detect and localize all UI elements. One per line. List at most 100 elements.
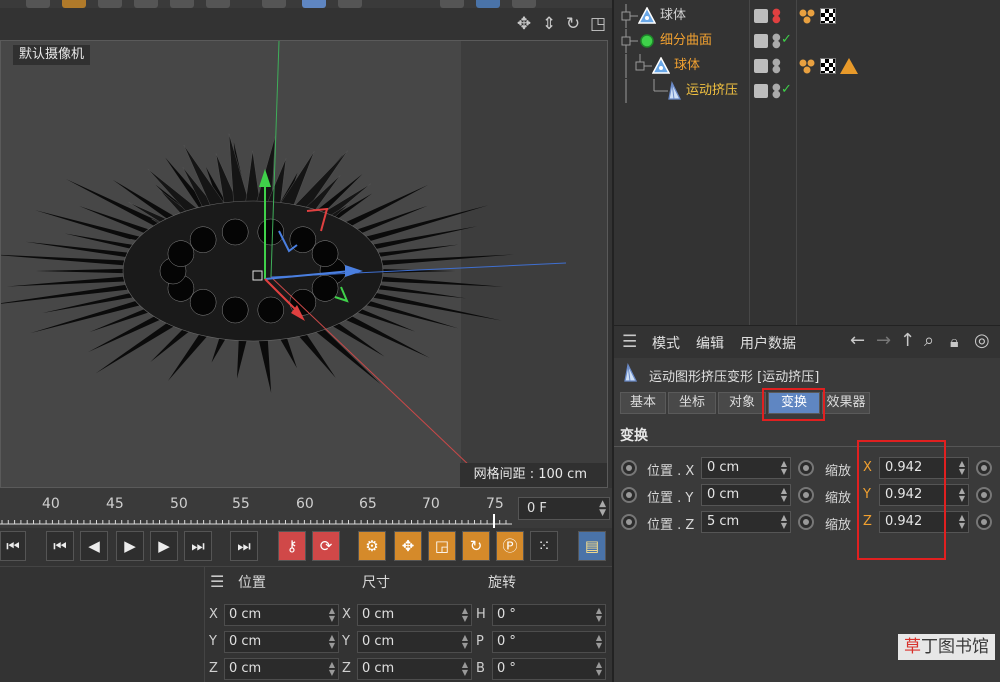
menu-mode[interactable]: 模式 bbox=[652, 333, 680, 353]
toolbar-button[interactable] bbox=[476, 0, 500, 8]
object-row-subdivision-surface[interactable]: 细分曲面 ● ● ✓ bbox=[614, 29, 1000, 53]
back-arrow-icon[interactable]: ← bbox=[850, 330, 865, 351]
visibility-dots-icon[interactable]: ● ● bbox=[772, 33, 781, 50]
layer-icon[interactable] bbox=[754, 34, 768, 48]
animation-key-radio[interactable] bbox=[976, 460, 992, 476]
position-y-field[interactable]: 0 cm ▲ ▼ bbox=[224, 631, 339, 653]
3d-viewport[interactable]: 默认摄像机 网格间距 : 100 cm bbox=[0, 40, 608, 488]
animation-key-radio[interactable] bbox=[798, 514, 814, 530]
current-frame-field[interactable]: 0 F ▲ ▼ bbox=[518, 497, 610, 520]
camera-label[interactable]: 默认摄像机 bbox=[13, 45, 91, 65]
size-x-field[interactable]: 0 cm ▲ ▼ bbox=[357, 604, 472, 626]
key-position-icon[interactable]: ✥ bbox=[394, 531, 422, 561]
tab-effectors[interactable]: 效果器 bbox=[822, 392, 870, 414]
animation-key-radio[interactable] bbox=[976, 514, 992, 530]
toolbar-button[interactable] bbox=[170, 0, 194, 8]
animation-key-radio[interactable] bbox=[621, 460, 637, 476]
spinner-icon[interactable]: ▲ ▼ bbox=[959, 514, 965, 530]
animation-key-radio[interactable] bbox=[621, 514, 637, 530]
material-tag-icon[interactable] bbox=[798, 8, 816, 24]
texture-tag-icon[interactable] bbox=[820, 58, 836, 74]
layer-icon[interactable] bbox=[754, 84, 768, 98]
object-row-sphere[interactable]: 球体 ● ● bbox=[614, 4, 1000, 28]
texture-tag-icon[interactable] bbox=[820, 8, 836, 24]
key-rotation-icon[interactable]: ↻ bbox=[462, 531, 490, 561]
tab-object[interactable]: 对象 bbox=[718, 392, 766, 414]
transform-position-z-field[interactable]: 5 cm ▲ ▼ bbox=[701, 511, 791, 533]
attribute-menu-icon[interactable]: ☰ bbox=[622, 332, 637, 352]
toolbar-button[interactable] bbox=[440, 0, 464, 8]
go-to-start-icon[interactable]: ⏮ bbox=[0, 531, 26, 561]
animation-key-radio[interactable] bbox=[798, 487, 814, 503]
material-tag-icon[interactable] bbox=[798, 58, 816, 74]
previous-frame-icon[interactable]: ◀ bbox=[80, 531, 108, 561]
film-strip-icon[interactable]: ▤ bbox=[578, 531, 606, 561]
spinner-icon[interactable]: ▲ ▼ bbox=[329, 607, 335, 623]
phong-tag-icon[interactable] bbox=[840, 58, 858, 74]
spinner-icon[interactable]: ▲ ▼ bbox=[462, 634, 468, 650]
layer-icon[interactable] bbox=[754, 59, 768, 73]
position-z-field[interactable]: 0 cm ▲ ▼ bbox=[224, 658, 339, 680]
key-scale-icon[interactable]: ◲ bbox=[428, 531, 456, 561]
spinner-icon[interactable]: ▲ ▼ bbox=[781, 487, 787, 503]
rotation-h-field[interactable]: 0 ° ▲ ▼ bbox=[492, 604, 606, 626]
toolbar-button[interactable] bbox=[62, 0, 86, 8]
spinner-icon[interactable]: ▲ ▼ bbox=[781, 514, 787, 530]
size-y-field[interactable]: 0 cm ▲ ▼ bbox=[357, 631, 472, 653]
toolbar-button[interactable] bbox=[206, 0, 230, 8]
toolbar-button[interactable] bbox=[512, 0, 536, 8]
play-icon[interactable]: ▶ bbox=[116, 531, 144, 561]
spinner-icon[interactable]: ▲ ▼ bbox=[781, 460, 787, 476]
keyframe-selection-icon[interactable]: ⚙ bbox=[358, 531, 386, 561]
coordinates-menu-icon[interactable]: ☰ bbox=[210, 572, 224, 591]
key-point-level-icon[interactable]: ⁙ bbox=[530, 531, 558, 561]
enabled-check-icon[interactable]: ✓ bbox=[781, 32, 792, 47]
visibility-dots-icon[interactable]: ● ● bbox=[772, 8, 781, 25]
animation-key-radio[interactable] bbox=[976, 487, 992, 503]
up-arrow-icon[interactable]: ↑ bbox=[900, 330, 915, 351]
rotation-b-field[interactable]: 0 ° ▲ ▼ bbox=[492, 658, 606, 680]
toolbar-button[interactable] bbox=[26, 0, 50, 8]
go-to-next-key-icon[interactable]: ⏭ bbox=[184, 531, 212, 561]
tab-basic[interactable]: 基本 bbox=[620, 392, 666, 414]
menu-edit[interactable]: 编辑 bbox=[696, 333, 724, 353]
transform-position-x-field[interactable]: 0 cm ▲ ▼ bbox=[701, 457, 791, 479]
maximize-view-icon[interactable]: ◳ bbox=[588, 14, 608, 34]
search-icon[interactable]: ⌕ bbox=[924, 330, 934, 351]
position-x-field[interactable]: 0 cm ▲ ▼ bbox=[224, 604, 339, 626]
go-to-previous-key-icon[interactable]: ⏮ bbox=[46, 531, 74, 561]
dolly-view-icon[interactable]: ⇕ bbox=[539, 14, 559, 34]
transform-position-y-field[interactable]: 0 cm ▲ ▼ bbox=[701, 484, 791, 506]
spinner-icon[interactable]: ▲ ▼ bbox=[329, 661, 335, 677]
move-view-icon[interactable]: ✥ bbox=[514, 14, 534, 34]
rotate-view-icon[interactable]: ↻ bbox=[563, 14, 583, 34]
spinner-icon[interactable]: ▲ ▼ bbox=[596, 634, 602, 650]
toolbar-button[interactable] bbox=[338, 0, 362, 8]
next-frame-icon[interactable]: ▶ bbox=[150, 531, 178, 561]
object-row-mograph-extrude[interactable]: 运动挤压 ● ● ✓ bbox=[614, 79, 1000, 103]
forward-arrow-icon[interactable]: → bbox=[876, 330, 891, 351]
go-to-end-icon[interactable]: ⏭ bbox=[230, 531, 258, 561]
spinner-icon[interactable]: ▲ ▼ bbox=[596, 607, 602, 623]
rotation-p-field[interactable]: 0 ° ▲ ▼ bbox=[492, 631, 606, 653]
tab-coordinates[interactable]: 坐标 bbox=[668, 392, 716, 414]
visibility-dots-icon[interactable]: ● ● bbox=[772, 58, 781, 75]
new-view-icon[interactable]: ◎ bbox=[974, 330, 990, 351]
timeline-ruler[interactable] bbox=[0, 514, 512, 528]
lock-icon[interactable]: 🔒︎ bbox=[950, 332, 959, 352]
spinner-icon[interactable]: ▲ ▼ bbox=[462, 661, 468, 677]
enabled-check-icon[interactable]: ✓ bbox=[781, 82, 792, 97]
spinner-icon[interactable]: ▲ ▼ bbox=[599, 500, 606, 518]
animation-key-radio[interactable] bbox=[621, 487, 637, 503]
toolbar-button[interactable] bbox=[98, 0, 122, 8]
visibility-dots-icon[interactable]: ● ● bbox=[772, 83, 781, 100]
size-z-field[interactable]: 0 cm ▲ ▼ bbox=[357, 658, 472, 680]
spinner-icon[interactable]: ▲ ▼ bbox=[959, 460, 965, 476]
key-parameter-icon[interactable]: Ⓟ bbox=[496, 531, 524, 561]
spinner-icon[interactable]: ▲ ▼ bbox=[596, 661, 602, 677]
spinner-icon[interactable]: ▲ ▼ bbox=[462, 607, 468, 623]
record-key-icon[interactable]: ⚷ bbox=[278, 531, 306, 561]
animation-key-radio[interactable] bbox=[798, 460, 814, 476]
toolbar-button[interactable] bbox=[134, 0, 158, 8]
toolbar-button[interactable] bbox=[262, 0, 286, 8]
